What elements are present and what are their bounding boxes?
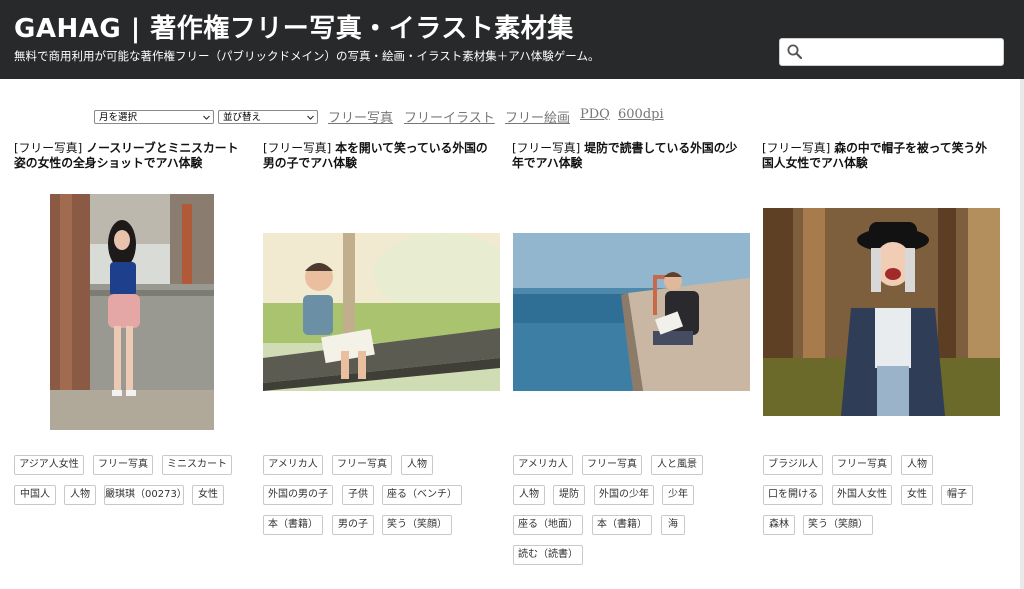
- tag[interactable]: 人物: [901, 455, 933, 475]
- search-input[interactable]: [806, 41, 1000, 65]
- month-select-label: 月を選択: [99, 112, 138, 123]
- tag[interactable]: ブラジル人: [763, 455, 823, 475]
- site-header: GAHAG | 著作権フリー写真・イラスト素材集 無料で商用利用が可能な著作権フ…: [0, 0, 1024, 79]
- card-title[interactable]: [フリー写真] ノースリーブとミニスカート姿の女性の全身ショットでアハ体験: [14, 141, 250, 171]
- sort-select-label: 並び替え: [223, 112, 262, 123]
- tag[interactable]: フリー写真: [582, 455, 642, 475]
- tag[interactable]: 女性: [192, 485, 224, 505]
- tag[interactable]: フリー写真: [832, 455, 892, 475]
- tag[interactable]: 外国の少年: [594, 485, 654, 505]
- tag[interactable]: 読む（読書）: [513, 545, 583, 565]
- nav-link-free-illust[interactable]: フリーイラスト: [404, 107, 495, 126]
- tag[interactable]: 人と風景: [651, 455, 703, 475]
- tag[interactable]: 人物: [64, 485, 96, 505]
- tag[interactable]: 帽子: [941, 485, 973, 505]
- card-title[interactable]: [フリー写真] 森の中で帽子を被って笑う外国人女性でアハ体験: [762, 141, 998, 171]
- tag[interactable]: 森林: [763, 515, 795, 535]
- tag[interactable]: 堤防: [553, 485, 585, 505]
- site-tagline: 無料で商用利用が可能な著作権フリー（パブリックドメイン）の写真・絵画・イラスト素…: [14, 49, 600, 63]
- tag[interactable]: 外国の男の子: [263, 485, 333, 505]
- photo-image: [50, 194, 214, 430]
- photo-boy-reading-on-pier[interactable]: [513, 233, 750, 391]
- tag[interactable]: 海: [661, 515, 685, 535]
- photo-boy-with-book[interactable]: [263, 233, 500, 391]
- tag[interactable]: 外国人女性: [832, 485, 892, 505]
- tag[interactable]: 嚴琪琪（00273）: [104, 485, 187, 505]
- nav-link-600dpi[interactable]: 600dpi: [618, 107, 664, 122]
- tag[interactable]: 笑う（笑顔）: [803, 515, 873, 535]
- tag[interactable]: 座る（地面）: [513, 515, 583, 535]
- tag[interactable]: フリー写真: [332, 455, 392, 475]
- tag[interactable]: 人物: [513, 485, 545, 505]
- search-box[interactable]: [779, 38, 1004, 66]
- tag[interactable]: アジア人女性: [14, 455, 84, 475]
- photo-woman-in-forest[interactable]: [763, 208, 1000, 416]
- scrollbar-track[interactable]: [1020, 79, 1024, 589]
- tag[interactable]: 女性: [901, 485, 933, 505]
- tag[interactable]: 人物: [401, 455, 433, 475]
- card-category: [フリー写真]: [512, 141, 581, 155]
- month-select[interactable]: 月を選択: [94, 110, 214, 124]
- tag[interactable]: 本（書籍）: [263, 515, 323, 535]
- card-category: [フリー写真]: [263, 141, 332, 155]
- photo-woman-miniskirt[interactable]: [50, 194, 214, 430]
- tag[interactable]: 座る（ベンチ）: [382, 485, 462, 505]
- tag[interactable]: アメリカ人: [263, 455, 323, 475]
- tag[interactable]: ミニスカート: [162, 455, 232, 475]
- photo-image: [263, 233, 500, 391]
- tag[interactable]: 中国人: [14, 485, 56, 505]
- tag[interactable]: 本（書籍）: [592, 515, 652, 535]
- tag[interactable]: 男の子: [332, 515, 374, 535]
- nav-link-free-painting[interactable]: フリー絵画: [505, 107, 570, 126]
- card-title[interactable]: [フリー写真] 本を開いて笑っている外国の男の子でアハ体験: [263, 141, 499, 171]
- tag[interactable]: 子供: [342, 485, 374, 505]
- site-title[interactable]: GAHAG | 著作権フリー写真・イラスト素材集: [14, 8, 574, 45]
- photo-image: [763, 208, 1000, 416]
- chevron-down-icon: [307, 115, 314, 120]
- chevron-down-icon: [203, 115, 210, 120]
- nav-link-free-photo[interactable]: フリー写真: [328, 107, 393, 126]
- card-title[interactable]: [フリー写真] 堤防で読書している外国の少年でアハ体験: [512, 141, 748, 171]
- search-icon: [787, 44, 803, 60]
- card-category: [フリー写真]: [762, 141, 831, 155]
- tag[interactable]: アメリカ人: [513, 455, 573, 475]
- tag[interactable]: 口を開ける: [763, 485, 823, 505]
- tag[interactable]: フリー写真: [93, 455, 153, 475]
- tag[interactable]: 笑う（笑顔）: [382, 515, 452, 535]
- tag[interactable]: 少年: [662, 485, 694, 505]
- card-category: [フリー写真]: [14, 141, 83, 155]
- photo-image: [513, 233, 750, 391]
- sort-select[interactable]: 並び替え: [218, 110, 318, 124]
- nav-link-pdq[interactable]: PDQ: [580, 107, 610, 122]
